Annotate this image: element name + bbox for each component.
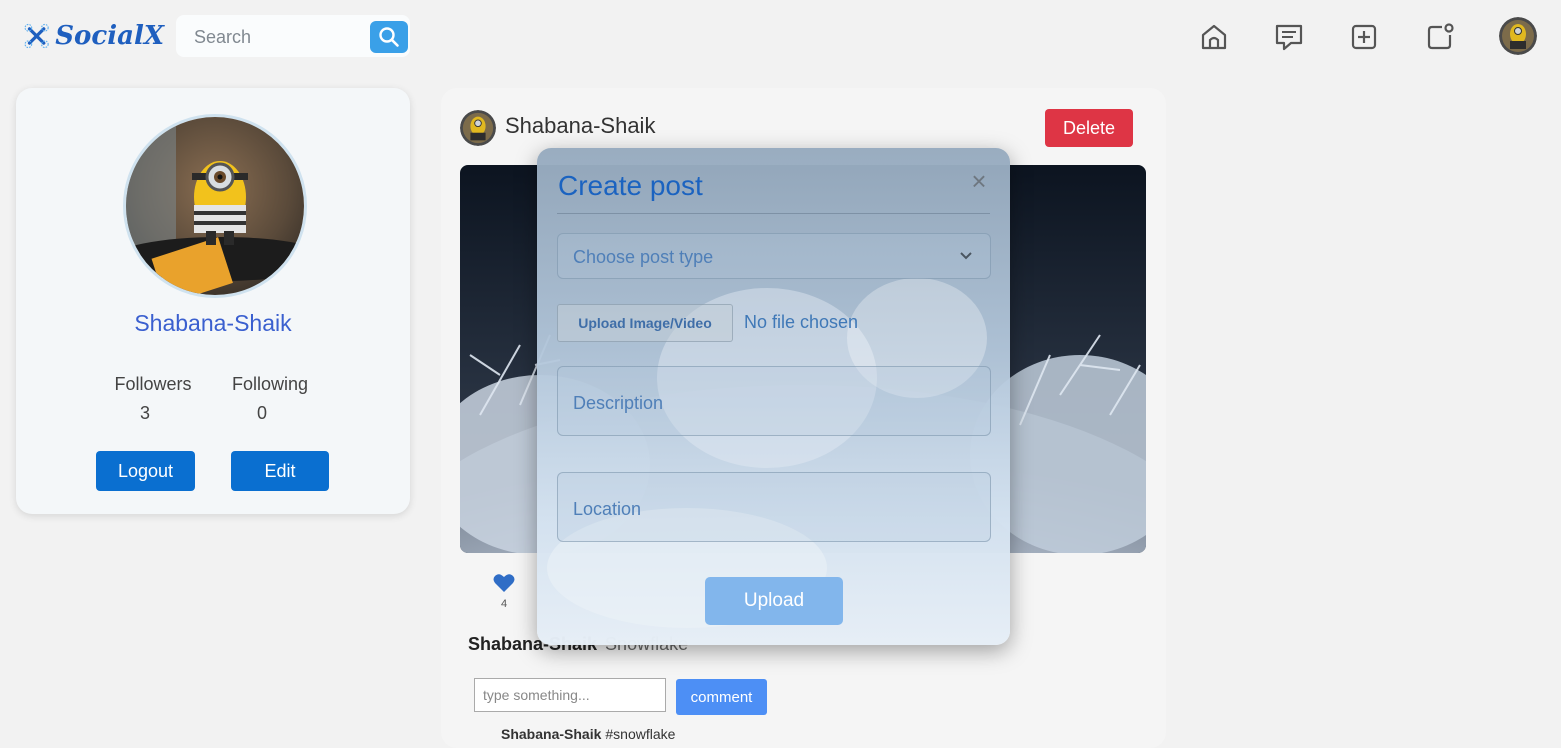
no-file-chosen-text: No file chosen: [744, 312, 859, 332]
avatar-icon: [1499, 17, 1537, 55]
upload-image-video-button[interactable]: Upload Image/Video: [557, 304, 733, 342]
description-field[interactable]: Description: [557, 366, 991, 436]
comment-button[interactable]: comment: [676, 679, 767, 715]
logout-button[interactable]: Logout: [96, 451, 195, 491]
profile-card: Shabana-Shaik Followers 3 Following 0 Lo…: [16, 88, 410, 514]
modal-divider: [557, 213, 990, 214]
nav-home-button[interactable]: [1197, 20, 1231, 54]
following-label: Following: [231, 374, 309, 394]
post-author-avatar[interactable]: [460, 110, 496, 146]
avatar-icon: [460, 110, 496, 146]
nav-notifications-button[interactable]: [1423, 20, 1457, 54]
description-placeholder: Description: [573, 393, 664, 413]
post-type-select[interactable]: Choose post type: [557, 233, 991, 279]
heart-icon: [493, 574, 515, 592]
modal-title: Create post: [558, 170, 703, 201]
create-post-modal: Create post × Choose post type Upload Im…: [537, 148, 1010, 645]
close-icon[interactable]: ×: [964, 166, 994, 196]
search-box: [176, 15, 410, 57]
edit-button[interactable]: Edit: [231, 451, 329, 491]
notification-icon: [1427, 23, 1454, 50]
location-placeholder: Location: [573, 499, 642, 519]
search-button[interactable]: [370, 21, 408, 53]
comment-input[interactable]: [474, 678, 666, 712]
post-type-placeholder: Choose post type: [573, 247, 714, 267]
like-button[interactable]: 4: [491, 573, 517, 610]
followers-stat[interactable]: Followers 3: [103, 370, 203, 428]
profile-name: Shabana-Shaik: [134, 310, 292, 336]
message-icon: [1275, 24, 1303, 51]
logo-text: SocialX: [55, 21, 164, 51]
profile-photo: [123, 114, 307, 298]
drone-x-icon: [24, 23, 49, 49]
plus-square-icon: [1351, 24, 1377, 50]
logo[interactable]: SocialX: [24, 12, 164, 60]
chevron-down-icon: [960, 252, 972, 260]
followers-count: 3: [139, 403, 150, 423]
comment-text: #snowflake: [605, 726, 676, 742]
following-count: 0: [256, 403, 267, 423]
minion-figure-icon: [126, 117, 304, 295]
search-input[interactable]: [192, 24, 376, 50]
top-bar: SocialX: [0, 0, 1561, 80]
location-field[interactable]: Location: [557, 472, 991, 542]
followers-label: Followers: [114, 374, 192, 394]
upload-button[interactable]: Upload: [705, 577, 843, 625]
like-count: 4: [500, 598, 508, 610]
comment-item: Shabana-Shaik #snowflake: [501, 726, 675, 742]
comment-username[interactable]: Shabana-Shaik: [501, 726, 601, 742]
header-avatar[interactable]: [1499, 17, 1537, 55]
search-icon: [379, 27, 399, 47]
nav-create-button[interactable]: [1347, 20, 1381, 54]
delete-post-button[interactable]: Delete: [1045, 109, 1133, 147]
following-stat[interactable]: Following 0: [220, 370, 320, 428]
home-icon: [1201, 24, 1227, 50]
nav-messages-button[interactable]: [1272, 20, 1306, 54]
post-author-name[interactable]: Shabana-Shaik: [505, 113, 655, 139]
